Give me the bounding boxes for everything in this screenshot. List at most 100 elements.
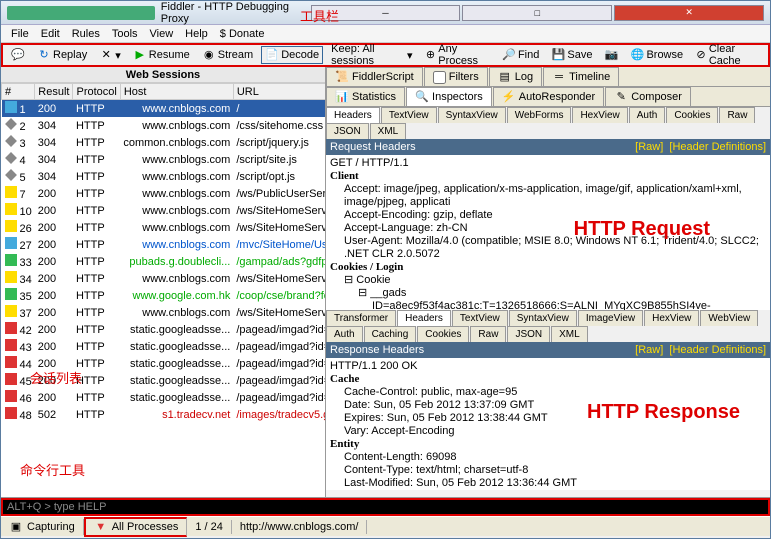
top-tabs-row1: 📜FiddlerScript Filters ▤Log ═Timeline — [326, 67, 770, 87]
table-row[interactable]: 43200HTTPstatic.googleadsse.../pagead/im… — [2, 338, 326, 355]
table-row[interactable]: 10200HTTPwww.cnblogs.com/ws/SiteHomeServ… — [2, 202, 326, 219]
reqtab-syntax[interactable]: SyntaxView — [438, 107, 506, 123]
tab-filters[interactable]: Filters — [424, 67, 488, 86]
menu-donate[interactable]: $ Donate — [214, 28, 271, 40]
top-tabs-row2: 📊Statistics 🔍Inspectors ⚡AutoResponder ✎… — [326, 87, 770, 107]
table-row[interactable]: 48502HTTPs1.tradecv.net/images/tradecv5.… — [2, 406, 326, 423]
request-defs-link[interactable]: [Header Definitions] — [669, 141, 766, 153]
restab-cookies[interactable]: Cookies — [417, 326, 469, 342]
request-content[interactable]: GET / HTTP/1.1 Client Accept: image/jpeg… — [326, 155, 770, 310]
tab-timeline[interactable]: ═Timeline — [543, 67, 619, 86]
replay-button[interactable]: ↻Replay — [33, 46, 91, 64]
reqtab-webforms[interactable]: WebForms — [507, 107, 572, 123]
reqtab-textview[interactable]: TextView — [381, 107, 437, 123]
table-row[interactable]: 1200HTTPwww.cnblogs.com/ — [2, 100, 326, 118]
tab-autoresponder[interactable]: ⚡AutoResponder — [493, 87, 604, 106]
response-raw-link[interactable]: [Raw] — [635, 344, 663, 356]
table-row[interactable]: 33200HTTPpubads.g.doublecli.../gampad/ad… — [2, 253, 326, 270]
filter-icon: ▼ — [94, 520, 108, 534]
col-num[interactable]: # — [2, 84, 35, 100]
col-result[interactable]: Result — [35, 84, 73, 100]
tab-log[interactable]: ▤Log — [489, 67, 542, 86]
restab-syntax[interactable]: SyntaxView — [509, 310, 577, 326]
col-url[interactable]: URL — [233, 84, 325, 100]
tab-inspectors[interactable]: 🔍Inspectors — [406, 87, 492, 106]
menu-tools[interactable]: Tools — [106, 28, 144, 40]
table-row[interactable]: 46200HTTPstatic.googleadsse.../pagead/im… — [2, 389, 326, 406]
minimize-button[interactable]: ─ — [311, 5, 461, 21]
sessions-grid[interactable]: # Result Protocol Host URL 1200HTTPwww.c… — [1, 83, 325, 497]
capturing-toggle[interactable]: ▣Capturing — [1, 519, 84, 535]
row-icon — [5, 186, 17, 198]
annotation-request: HTTP Request — [574, 223, 710, 236]
table-row[interactable]: 5304HTTPwww.cnblogs.com/script/opt.js — [2, 168, 326, 185]
restab-auth[interactable]: Auth — [326, 326, 363, 342]
tab-composer[interactable]: ✎Composer — [605, 87, 691, 106]
row-icon — [5, 152, 17, 164]
menu-view[interactable]: View — [144, 28, 180, 40]
restab-transformer[interactable]: Transformer — [326, 310, 396, 326]
comment-button[interactable]: 💬 — [7, 46, 29, 64]
request-raw-link[interactable]: [Raw] — [635, 141, 663, 153]
restab-caching[interactable]: Caching — [364, 326, 417, 342]
keep-dropdown[interactable]: Keep: All sessions ▾ — [327, 41, 416, 69]
globe-icon: 🌐 — [630, 48, 644, 62]
menu-rules[interactable]: Rules — [66, 28, 106, 40]
composer-icon: ✎ — [614, 90, 628, 104]
find-button[interactable]: 🔎Find — [498, 46, 543, 64]
menu-file[interactable]: File — [5, 28, 35, 40]
restab-xml[interactable]: XML — [551, 326, 588, 342]
reqtab-hex[interactable]: HexView — [572, 107, 627, 123]
reqtab-json[interactable]: JSON — [326, 123, 369, 139]
restab-textview[interactable]: TextView — [452, 310, 508, 326]
response-content[interactable]: HTTP/1.1 200 OK Cache Cache-Control: pub… — [326, 358, 770, 490]
table-row[interactable]: 34200HTTPwww.cnblogs.com/ws/SiteHomeServ… — [2, 270, 326, 287]
process-filter[interactable]: ▼All Processes — [84, 517, 188, 537]
restab-hex[interactable]: HexView — [644, 310, 699, 326]
col-protocol[interactable]: Protocol — [73, 84, 120, 100]
reqtab-cookies[interactable]: Cookies — [666, 107, 718, 123]
restab-json[interactable]: JSON — [507, 326, 550, 342]
menu-help[interactable]: Help — [179, 28, 214, 40]
tab-statistics[interactable]: 📊Statistics — [326, 87, 405, 106]
menu-edit[interactable]: Edit — [35, 28, 66, 40]
restab-raw[interactable]: Raw — [470, 326, 506, 342]
restab-headers[interactable]: Headers — [397, 310, 451, 326]
tab-fiddlerscript[interactable]: 📜FiddlerScript — [326, 67, 423, 86]
camera-button[interactable]: 📷 — [600, 46, 622, 64]
maximize-button[interactable]: □ — [462, 5, 612, 21]
reqtab-xml[interactable]: XML — [370, 123, 407, 139]
row-icon — [5, 169, 17, 181]
stream-button[interactable]: ◉Stream — [198, 46, 257, 64]
row-icon — [5, 220, 17, 232]
table-row[interactable]: 3304HTTPcommon.cnblogs.com/script/jquery… — [2, 134, 326, 151]
clear-cache-button[interactable]: ⊘Clear Cache — [691, 41, 764, 69]
reqtab-headers[interactable]: Headers — [326, 107, 380, 123]
table-row[interactable]: 45200HTTPstatic.googleadsse.../pagead/im… — [2, 372, 326, 389]
remove-button[interactable]: ✕▾ — [95, 46, 125, 64]
table-row[interactable]: 44200HTTPstatic.googleadsse.../pagead/im… — [2, 355, 326, 372]
filters-checkbox[interactable] — [433, 71, 446, 84]
table-row[interactable]: 27200HTTPwww.cnblogs.com/mvc/SiteHome/Us… — [2, 236, 326, 253]
resume-button[interactable]: ▶Resume — [129, 46, 194, 64]
row-icon — [5, 271, 17, 283]
response-defs-link[interactable]: [Header Definitions] — [669, 344, 766, 356]
save-button[interactable]: 💾Save — [547, 46, 596, 64]
table-row[interactable]: 42200HTTPstatic.googleadsse.../pagead/im… — [2, 321, 326, 338]
any-process-button[interactable]: ⊕Any Process — [421, 41, 494, 69]
restab-image[interactable]: ImageView — [578, 310, 643, 326]
table-row[interactable]: 2304HTTPwww.cnblogs.com/css/sitehome.css — [2, 117, 326, 134]
reqtab-auth[interactable]: Auth — [629, 107, 666, 123]
col-host[interactable]: Host — [120, 84, 233, 100]
browse-button[interactable]: 🌐Browse — [626, 46, 687, 64]
restab-web[interactable]: WebView — [700, 310, 758, 326]
table-row[interactable]: 35200HTTPwww.google.com.hk/coop/cse/bran… — [2, 287, 326, 304]
table-row[interactable]: 37200HTTPwww.cnblogs.com/ws/SiteHomeServ… — [2, 304, 326, 321]
table-row[interactable]: 7200HTTPwww.cnblogs.com/ws/PublicUserSer… — [2, 185, 326, 202]
table-row[interactable]: 26200HTTPwww.cnblogs.com/ws/SiteHomeServ… — [2, 219, 326, 236]
close-button[interactable]: ✕ — [614, 5, 764, 21]
decode-button[interactable]: 📄Decode — [261, 46, 323, 64]
command-line[interactable]: ALT+Q > type HELP — [1, 498, 770, 516]
table-row[interactable]: 4304HTTPwww.cnblogs.com/script/site.js — [2, 151, 326, 168]
reqtab-raw[interactable]: Raw — [719, 107, 755, 123]
